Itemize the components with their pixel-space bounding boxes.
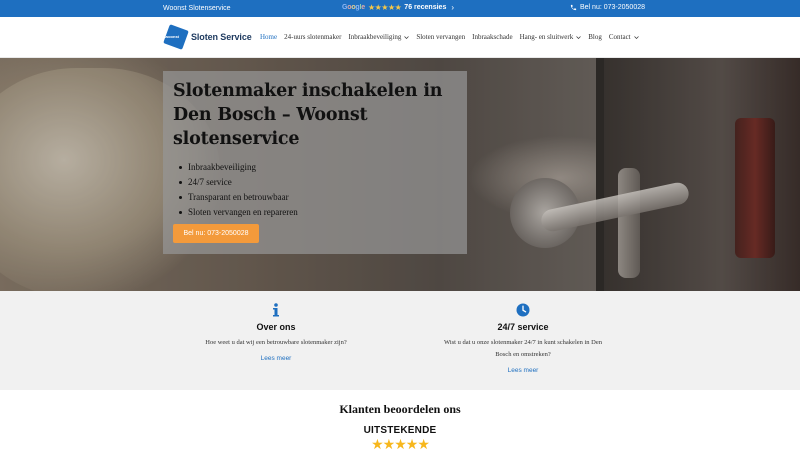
nav-item-contact[interactable]: Contact bbox=[609, 33, 639, 41]
review-count: 76 recensies bbox=[404, 4, 447, 11]
chevron-down-icon bbox=[576, 35, 581, 39]
nav-item-hang-en-sluitwerk[interactable]: Hang- en sluitwerk bbox=[520, 33, 582, 41]
feature-about: Over ons Hoe weet u dat wij een betrouwb… bbox=[196, 303, 356, 362]
reviews-section: Klanten beoordelen ons UITSTEKENDE ★★★★★ bbox=[0, 390, 800, 450]
topbar-phone-text: Bel nu: 073-2050028 bbox=[580, 4, 645, 11]
info-icon bbox=[273, 303, 279, 317]
rating-stars: ★★★★★ bbox=[371, 436, 430, 450]
feature-title: Over ons bbox=[256, 322, 296, 332]
read-more-link[interactable]: Lees meer bbox=[196, 355, 356, 362]
hero-section: Slotenmaker inschakelen in Den Bosch – W… bbox=[0, 58, 800, 291]
nav-item-inbraakschade[interactable]: Inbraakschade bbox=[472, 33, 512, 41]
hero-bullet: Sloten vervangen en repareren bbox=[173, 205, 457, 220]
feature-title: 24/7 service bbox=[497, 322, 549, 332]
main-nav: Home 24-uurs slotenmaker Inbraakbeveilig… bbox=[260, 33, 646, 41]
chevron-down-icon bbox=[404, 35, 410, 39]
topbar-phone-link[interactable]: Bel nu: 073-2050028 bbox=[570, 4, 645, 11]
site-name[interactable]: Woonst Slotenservice bbox=[163, 5, 231, 12]
hero-bullet: 24/7 service bbox=[173, 175, 457, 190]
hero-content-box: Slotenmaker inschakelen in Den Bosch – W… bbox=[163, 71, 467, 254]
nav-item-sloten-vervangen[interactable]: Sloten vervangen bbox=[416, 33, 465, 41]
nav-item-home[interactable]: Home bbox=[260, 33, 277, 41]
nav-item-24-uurs-slotenmaker[interactable]: 24-uurs slotenmaker bbox=[284, 33, 341, 41]
feature-24-7-service: 24/7 service Wist u dat u onze slotenmak… bbox=[443, 303, 603, 374]
phone-icon bbox=[570, 4, 577, 11]
logo-text: Sloten Service bbox=[191, 32, 252, 42]
hero-bullet: Transparant en betrouwbaar bbox=[173, 190, 457, 205]
rating-label: UITSTEKENDE bbox=[363, 425, 437, 436]
chevron-right-icon: › bbox=[451, 3, 455, 12]
top-bar: Woonst Slotenservice Google ★★★★★ 76 rec… bbox=[0, 0, 800, 17]
hero-bullet-list: Inbraakbeveiliging 24/7 service Transpar… bbox=[173, 160, 457, 220]
chevron-down-icon bbox=[633, 35, 639, 39]
call-now-button[interactable]: Bel nu: 073-2050028 bbox=[173, 224, 259, 243]
site-logo[interactable]: woonst Sloten Service bbox=[163, 24, 252, 50]
reviews-heading: Klanten beoordelen ons bbox=[339, 402, 461, 416]
feature-text: Wist u dat u onze slotenmaker 24/7 in ku… bbox=[443, 339, 603, 358]
google-logo: Google bbox=[342, 4, 365, 11]
hero-bullet: Inbraakbeveiliging bbox=[173, 160, 457, 175]
nav-item-blog[interactable]: Blog bbox=[588, 33, 602, 41]
google-reviews-badge[interactable]: Google ★★★★★ 76 recensies › bbox=[342, 3, 454, 12]
hero-title: Slotenmaker inschakelen in Den Bosch – W… bbox=[173, 81, 443, 149]
logo-mark-icon: woonst bbox=[163, 24, 189, 50]
read-more-link[interactable]: Lees meer bbox=[443, 367, 603, 374]
site-header: woonst Sloten Service Home 24-uurs slote… bbox=[0, 17, 800, 58]
clock-icon bbox=[516, 303, 530, 317]
features-section: Over ons Hoe weet u dat wij een betrouwb… bbox=[0, 291, 800, 390]
rating-stars: ★★★★★ bbox=[367, 3, 402, 12]
feature-text: Hoe weet u dat wij een betrouwbare slote… bbox=[205, 339, 347, 346]
nav-item-inbraakbeveiliging[interactable]: Inbraakbeveiliging bbox=[348, 33, 410, 41]
